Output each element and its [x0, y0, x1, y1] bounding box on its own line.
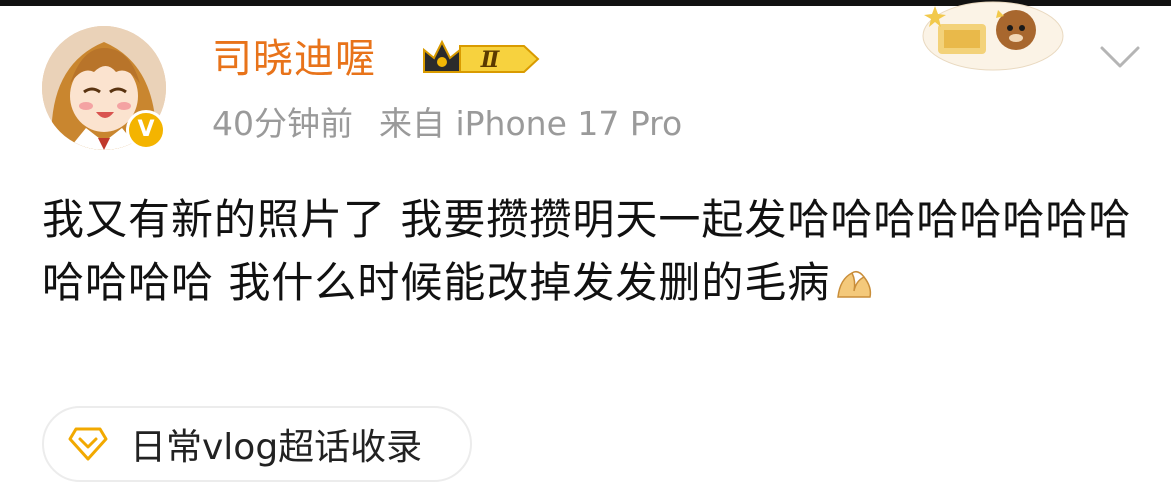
verified-v-icon: V — [126, 110, 166, 150]
diamond-topic-icon — [68, 427, 108, 461]
topic-tag[interactable]: 日常vlog超话收录 — [42, 406, 472, 482]
pinched-fingers-emoji — [837, 270, 872, 298]
vip-crown-badge[interactable]: Ⅱ — [420, 38, 544, 80]
crown-icon — [423, 39, 461, 73]
decorative-sticker — [922, 1, 1064, 71]
topic-label: 日常vlog超话收录 — [130, 427, 423, 468]
post-text: 我又有新的照片了 我要攒攒明天一起发哈哈哈哈哈哈哈哈哈哈哈哈 我什么时候能改掉发… — [42, 195, 1132, 307]
post-text-block: 我又有新的照片了 我要攒攒明天一起发哈哈哈哈哈哈哈哈哈哈哈哈 我什么时候能改掉发… — [42, 188, 1142, 314]
post-meta: 40分钟前 来自 iPhone 17 Pro — [212, 102, 708, 146]
post-source: 来自 iPhone 17 Pro — [379, 104, 683, 143]
post-time: 40分钟前 — [212, 104, 353, 143]
username[interactable]: 司晓迪喔 — [212, 34, 376, 84]
vip-level: Ⅱ — [480, 47, 501, 73]
chevron-down-icon[interactable] — [1098, 42, 1142, 72]
